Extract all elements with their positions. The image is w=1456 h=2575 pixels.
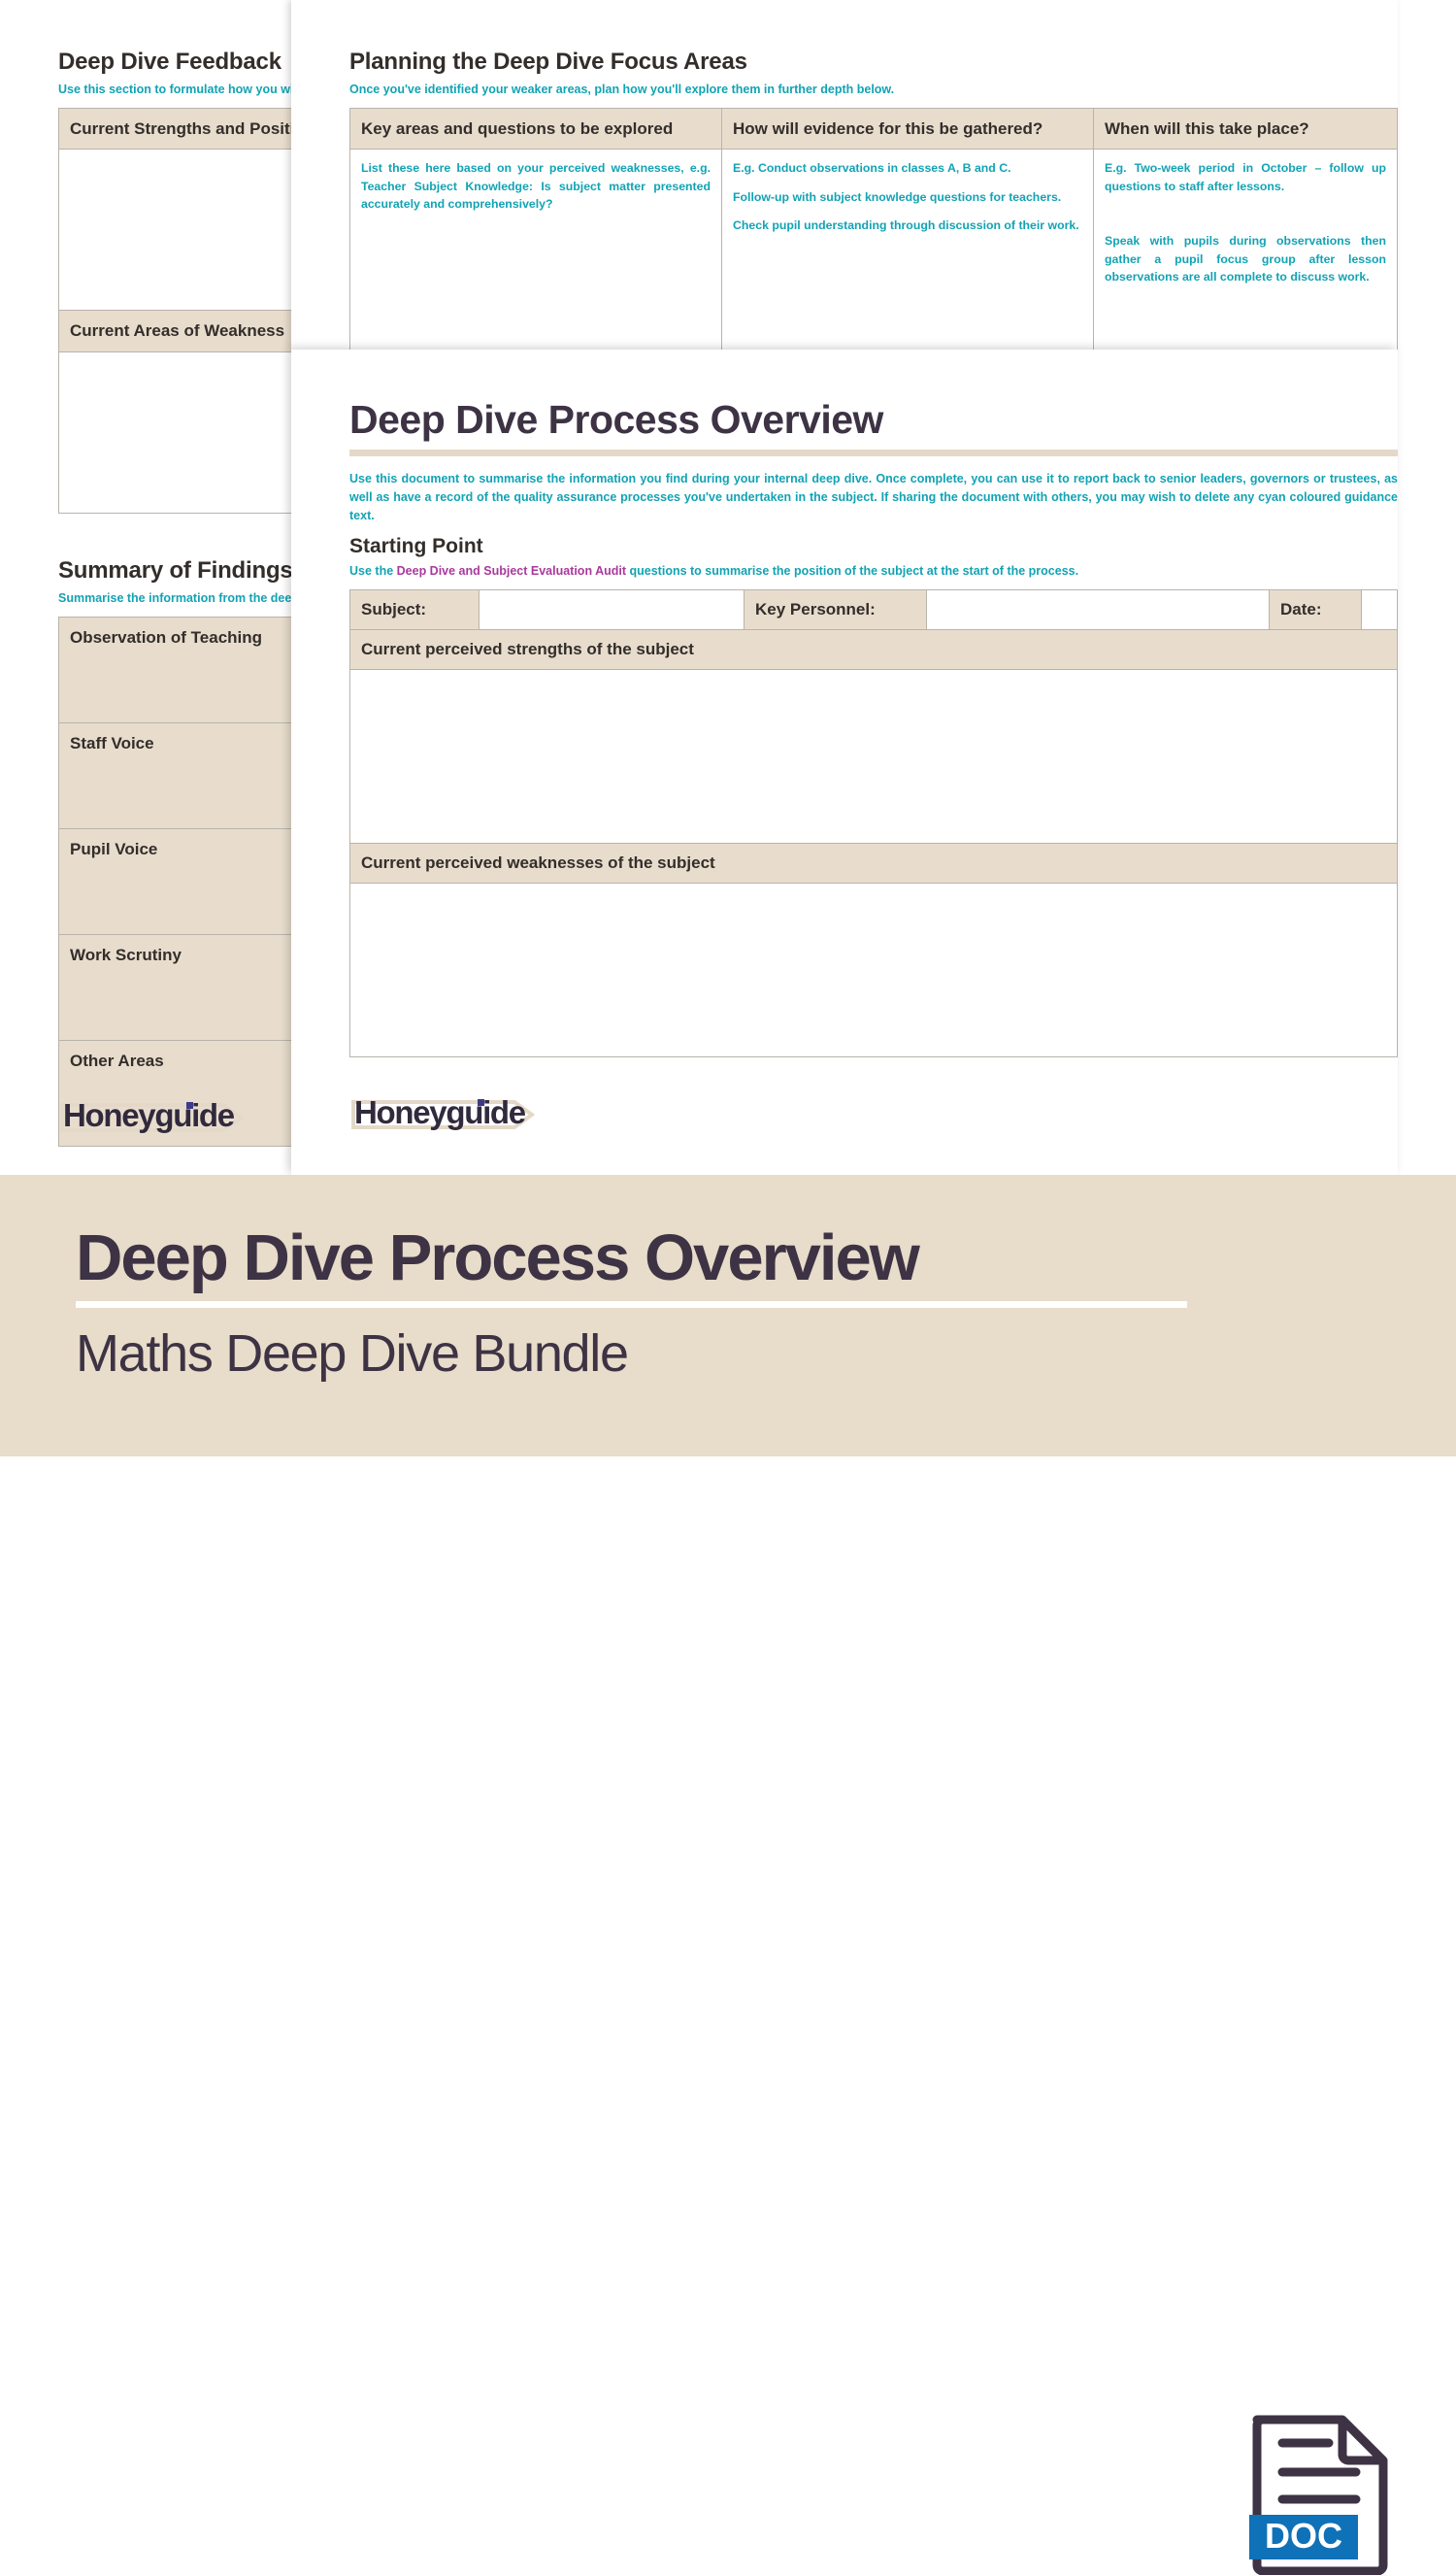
row-header-work-scrutiny: Work Scrutiny [58,933,291,1041]
cell-evidence[interactable]: E.g. Conduct observations in classes A, … [721,149,1094,350]
table-row: Current Areas of Weakness [58,310,291,352]
table-row [349,669,1398,845]
guidance-line: E.g. Two-week period in October – follow… [1105,161,1386,193]
planning-guidance: Once you've identified your weaker areas… [349,83,895,96]
table-row: Staff Voice [58,721,291,829]
row-header: Current Areas of Weakness [58,310,291,352]
cell-key-areas[interactable]: List these here based on your perceived … [349,149,722,350]
table-row [58,149,291,312]
screenshot-stage: Deep Dive Feedback Use this section to f… [0,0,1456,2575]
guidance-line: E.g. Conduct observations in classes A, … [733,161,1011,176]
starting-point-heading: Starting Point [349,535,483,558]
table-row [58,351,291,514]
feedback-table: Current Strengths and Positives Current … [58,107,291,514]
key-personnel-input[interactable] [926,589,1270,631]
date-input[interactable] [1361,589,1398,631]
logo-wordmark: Honeyguide [354,1094,526,1130]
planning-title: Planning the Deep Dive Focus Areas [349,49,747,75]
document-page-overview: Deep Dive Process Overview Use this docu… [291,350,1398,1175]
table-row: Observation of Teaching [58,616,291,723]
table-row [349,883,1398,1058]
title-rule [349,450,1398,457]
answer-cell[interactable] [58,351,291,514]
row-header-observation: Observation of Teaching [58,616,291,723]
col-header-when: When will this take place? [1093,107,1398,150]
planning-table: Key areas and questions to be explored H… [349,107,1398,350]
guidance-line: Speak with pupils during observations th… [1105,234,1386,284]
table-row: Subject: Key Personnel: Date: [349,589,1398,631]
summary-table: Observation of Teaching Staff Voice Pupi… [58,616,291,1147]
audit-link[interactable]: Deep Dive and Subject Evaluation Audit [397,564,626,578]
starting-point-guidance: Use the Deep Dive and Subject Evaluation… [349,562,1398,581]
subject-input[interactable] [479,589,745,631]
row-header-staff-voice: Staff Voice [58,721,291,829]
strengths-textarea[interactable] [349,669,1398,845]
col-header-evidence: How will evidence for this be gathered? [721,107,1094,150]
subject-label: Subject: [349,589,480,631]
band-strengths: Current perceived strengths of the subje… [349,629,1398,671]
doc-badge-label: DOC [1265,2516,1342,2556]
row-header-pupil-voice: Pupil Voice [58,827,291,935]
banner-subtitle: Maths Deep Dive Bundle [76,1324,629,1383]
table-row: Work Scrutiny [58,933,291,1041]
table-header-row: Key areas and questions to be explored H… [349,107,1398,150]
cell-when[interactable]: E.g. Two-week period in October – follow… [1093,149,1398,350]
document-page-feedback: Deep Dive Feedback Use this section to f… [0,0,291,1175]
document-intro: Use this document to summarise the infor… [349,472,1398,523]
key-personnel-label: Key Personnel: [744,589,927,631]
summary-title: Summary of Findings [58,556,291,584]
table-row: Current Strengths and Positives [58,107,291,150]
guidance-line: Check pupil understanding through discus… [733,218,1079,233]
document-page-planning: Planning the Deep Dive Focus Areas Once … [291,0,1398,350]
date-label: Date: [1269,589,1362,631]
guidance-line: List these here based on your perceived … [361,161,711,212]
document-title: Deep Dive Process Overview [349,397,883,442]
honeyguide-logo: Honeyguide [60,1095,245,1136]
doc-file-icon: DOC [1249,2415,1388,2575]
section-guidance: Use this section to formulate how you wi… [58,83,291,96]
row-header: Current Strengths and Positives [58,107,291,150]
starting-point-table: Subject: Key Personnel: Date: Current pe… [349,589,1398,1058]
answer-cell[interactable] [58,149,291,312]
bottom-banner: Deep Dive Process Overview Maths Deep Di… [0,1175,1456,2575]
guidance-line: Follow-up with subject knowledge questio… [733,189,1062,204]
col-header-key-areas: Key areas and questions to be explored [349,107,722,150]
table-row: Current perceived weaknesses of the subj… [349,843,1398,885]
logo-wordmark: Honeyguide [63,1097,235,1133]
table-row: Pupil Voice [58,827,291,935]
weaknesses-textarea[interactable] [349,883,1398,1058]
table-row: List these here based on your perceived … [349,149,1398,350]
summary-guidance: Summarise the information from the deep … [58,590,291,605]
banner-title: Deep Dive Process Overview [76,1221,920,1294]
band-weaknesses: Current perceived weaknesses of the subj… [349,843,1398,885]
page-title: Deep Dive Feedback [58,49,281,75]
banner-rule [76,1301,1187,1308]
guidance-suffix: questions to summarise the position of t… [626,564,1079,579]
honeyguide-logo: Honeyguide [351,1092,536,1133]
table-row: Current perceived strengths of the subje… [349,629,1398,671]
guidance-prefix: Use the [349,564,397,579]
